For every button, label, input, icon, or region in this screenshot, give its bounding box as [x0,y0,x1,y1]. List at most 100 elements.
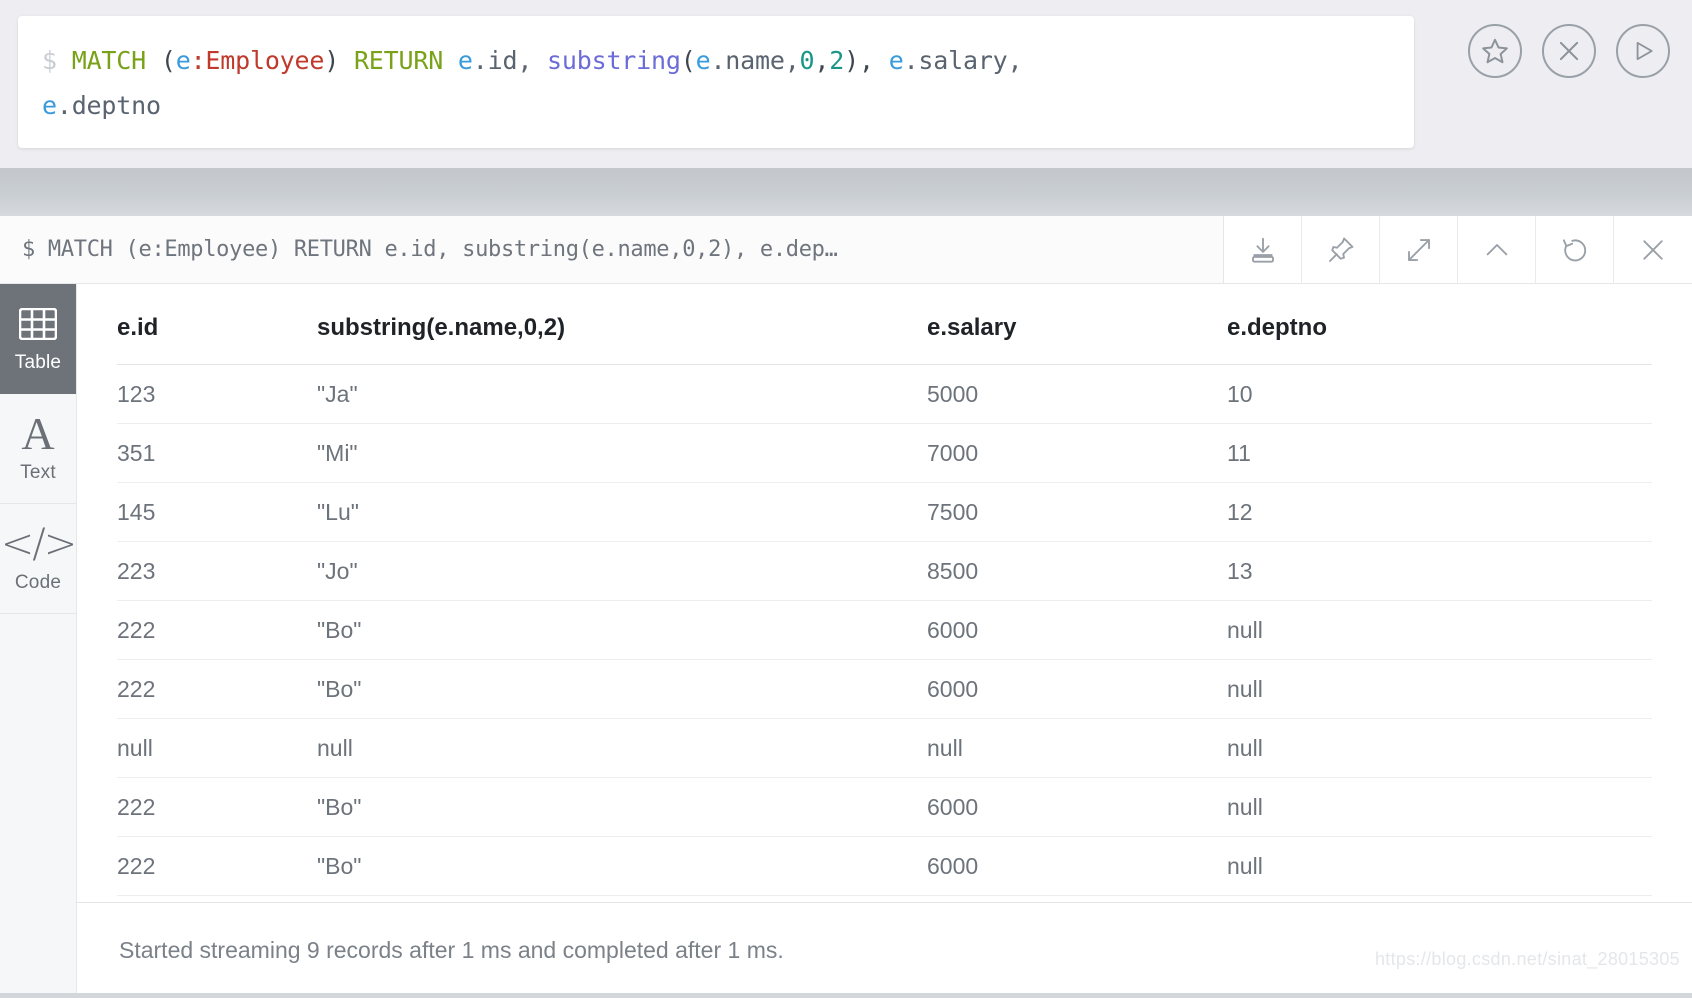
cell-e-deptno: null [1227,777,1652,837]
table-row: 222 "Bo" 6000 null [117,777,1652,837]
fullscreen-button[interactable] [1380,216,1458,283]
close-icon [1638,235,1668,265]
table-row: null null null null [117,718,1652,778]
result-table-body: 123 "Ja" 5000 10 351 "Mi" 7000 11 145 "L… [117,364,1652,896]
query-editor-card[interactable]: $ MATCH (e:Employee) RETURN e.id, substr… [18,16,1414,148]
cell-e-salary: 7500 [927,482,1227,542]
token-func-paren-open: ( [680,46,696,75]
cell-e-id: 145 [117,482,317,542]
token-num-0: 0 [799,46,815,75]
view-mode-sidebar: Table A Text </> Code [0,284,77,998]
result-table: e.id substring(e.name,0,2) e.salary e.de… [117,284,1652,896]
token-return: RETURN [353,46,444,75]
expand-icon [1404,235,1434,265]
table-row: 222 "Bo" 6000 null [117,836,1652,896]
cell-e-deptno: null [1227,659,1652,719]
column-header-e-salary[interactable]: e.salary [927,284,1227,365]
cell-substring: "Jo" [317,541,927,601]
result-table-head: e.id substring(e.name,0,2) e.salary e.de… [117,284,1652,365]
column-header-e-deptno[interactable]: e.deptno [1227,284,1652,365]
rerun-button[interactable] [1536,216,1614,283]
cell-e-deptno: 12 [1227,482,1652,542]
cell-e-id: 222 [117,659,317,719]
favorite-button[interactable] [1468,24,1522,78]
cell-e-deptno: 13 [1227,541,1652,601]
status-message: Started streaming 9 records after 1 ms a… [119,937,784,963]
tab-table-label: Table [14,352,62,373]
tab-text-label: Text [20,462,56,483]
cell-e-id: 351 [117,423,317,483]
table-row: 123 "Ja" 5000 10 [117,364,1652,424]
close-button[interactable] [1614,216,1692,283]
frame-header: $ MATCH (e:Employee) RETURN e.id, substr… [0,216,1692,284]
cell-e-salary: 6000 [927,836,1227,896]
run-button[interactable] [1616,24,1670,78]
query-editor-area: $ MATCH (e:Employee) RETURN e.id, substr… [0,0,1692,168]
cell-e-salary: 8500 [927,541,1227,601]
result-frame: $ MATCH (e:Employee) RETURN e.id, substr… [0,216,1692,998]
code-brackets-icon: </> [0,521,78,567]
clear-button[interactable] [1542,24,1596,78]
table-row: 145 "Lu" 7500 12 [117,482,1652,542]
query-editor-code[interactable]: $ MATCH (e:Employee) RETURN e.id, substr… [42,38,1390,128]
cell-e-deptno: 10 [1227,364,1652,424]
frame-separator-band [0,168,1692,216]
token-comma-1: , [814,46,830,75]
token-var-e5: e [42,91,57,120]
neo4j-browser-app: $ MATCH (e:Employee) RETURN e.id, substr… [0,0,1692,998]
star-icon [1480,36,1510,66]
tab-text[interactable]: A Text [0,394,76,504]
cell-e-id: 222 [117,600,317,660]
result-table-wrapper: e.id substring(e.name,0,2) e.salary e.de… [77,284,1692,902]
token-num-2: 2 [829,46,845,75]
token-prop-id: .id, [472,46,533,75]
close-circle-icon [1556,38,1582,64]
cell-e-deptno: null [1227,600,1652,660]
tab-code-label: Code [14,572,62,593]
watermark: https://blog.csdn.net/sinat_28015305 [1374,949,1680,969]
token-var-e4: e [888,46,904,75]
cell-e-id: 123 [117,364,317,424]
token-var-e: e [175,46,191,75]
cell-substring: "Ja" [317,364,927,424]
table-row: 222 "Bo" 6000 null [117,600,1652,660]
cell-e-salary: 6000 [927,600,1227,660]
tab-table[interactable]: Table [0,284,76,394]
play-icon [1630,38,1656,64]
cell-e-deptno: null [1227,718,1652,778]
pin-button[interactable] [1302,216,1380,283]
token-paren-open: ( [160,46,176,75]
tab-code[interactable]: </> Code [0,504,78,614]
frame-title: $ MATCH (e:Employee) RETURN e.id, substr… [0,216,1224,283]
refresh-icon [1560,235,1590,265]
token-label-employee: :Employee [190,46,325,75]
cell-e-id: 222 [117,777,317,837]
download-button[interactable] [1224,216,1302,283]
token-func-paren-close: ) [844,46,859,75]
sidebar-filler [0,614,76,998]
token-prop-name: .name, [710,46,800,75]
token-var-e2: e [457,46,473,75]
collapse-button[interactable] [1458,216,1536,283]
column-header-e-id[interactable]: e.id [117,284,317,365]
table-row: 223 "Jo" 8500 13 [117,541,1652,601]
letter-a-icon: A [21,408,55,459]
token-prop-deptno: .deptno [56,91,161,120]
chevron-up-icon [1482,235,1512,265]
column-header-substring[interactable]: substring(e.name,0,2) [317,284,927,365]
cell-substring: null [317,718,927,778]
cell-substring: "Lu" [317,482,927,542]
token-var-e3: e [695,46,711,75]
cell-substring: "Mi" [317,423,927,483]
result-pane: e.id substring(e.name,0,2) e.salary e.de… [77,284,1692,998]
cell-e-id: null [117,718,317,778]
cell-e-salary: 7000 [927,423,1227,483]
bottom-rule [0,993,1692,998]
cell-substring: "Bo" [317,600,927,660]
cell-e-salary: null [927,718,1227,778]
table-row: 351 "Mi" 7000 11 [117,423,1652,483]
token-func-substring: substring [547,46,681,75]
cell-e-deptno: 11 [1227,423,1652,483]
table-grid-icon [19,303,57,345]
frame-body: Table A Text </> Code e.id substring(e.n… [0,284,1692,998]
